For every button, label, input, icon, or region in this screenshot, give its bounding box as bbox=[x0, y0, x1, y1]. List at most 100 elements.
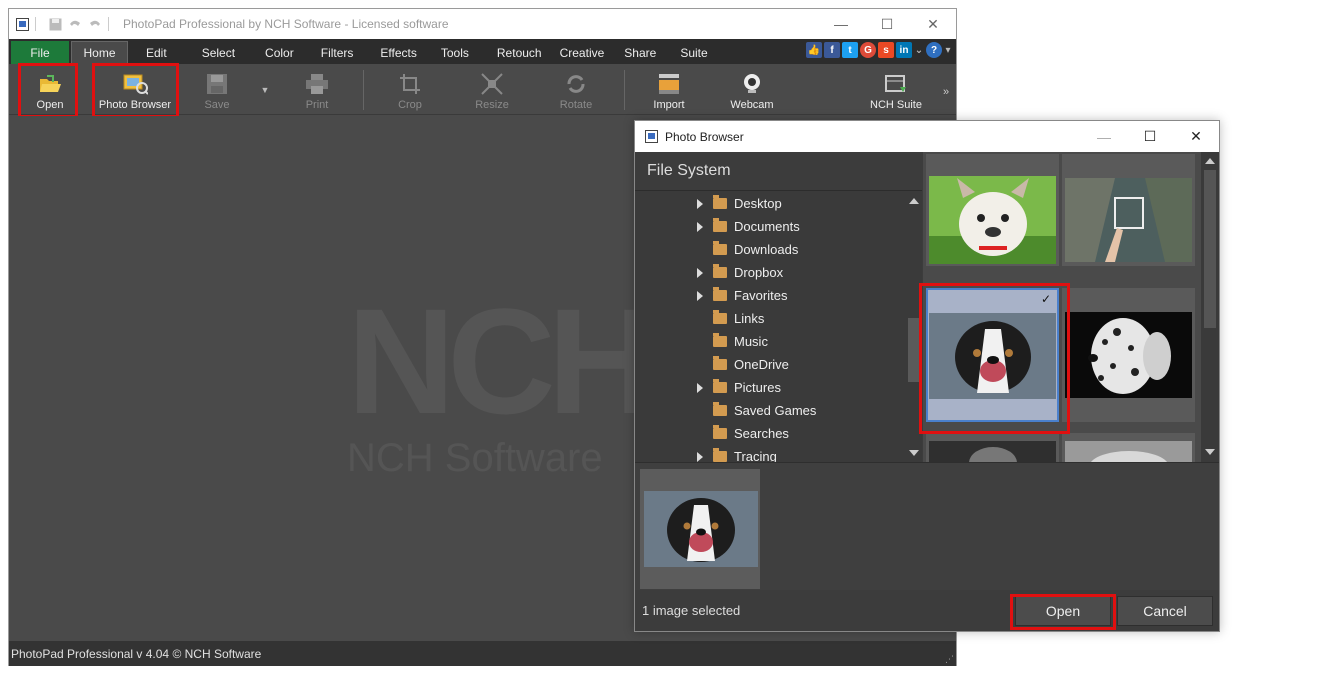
folder-item[interactable]: Music bbox=[635, 330, 905, 353]
thumbnail-dalmatian[interactable] bbox=[1062, 288, 1195, 422]
lake-frame-photo bbox=[1065, 178, 1192, 262]
help-icon[interactable]: ? bbox=[926, 42, 942, 58]
folder-label: Downloads bbox=[734, 242, 799, 257]
folder-icon bbox=[713, 310, 727, 324]
print-label: Print bbox=[305, 99, 329, 111]
thumbnail-lake-frame[interactable] bbox=[1062, 154, 1195, 266]
dialog-maximize-button[interactable]: ☐ bbox=[1127, 121, 1173, 152]
expand-arrow-icon[interactable] bbox=[697, 451, 703, 462]
folder-item[interactable]: Tracing bbox=[635, 445, 905, 462]
tab-edit[interactable]: Edit bbox=[135, 41, 178, 64]
menu-bar: File Home Edit Select Color Filters Effe… bbox=[9, 39, 956, 64]
scrollbar-thumb[interactable] bbox=[1204, 170, 1216, 328]
maximize-button[interactable]: ☐ bbox=[864, 9, 910, 39]
folder-item[interactable]: OneDrive bbox=[635, 353, 905, 376]
stumbleupon-icon[interactable]: s bbox=[878, 42, 894, 58]
folder-item[interactable]: Pictures bbox=[635, 376, 905, 399]
chevron-down-icon[interactable]: ⌄ bbox=[914, 42, 924, 58]
undo-icon[interactable] bbox=[68, 17, 82, 31]
dialog-close-button[interactable]: ✕ bbox=[1173, 121, 1219, 152]
nch-suite-button[interactable]: NCH Suite bbox=[869, 64, 923, 115]
import-button[interactable]: Import bbox=[650, 64, 688, 115]
scroll-up-icon[interactable] bbox=[1205, 158, 1215, 164]
tab-file[interactable]: File bbox=[11, 41, 69, 64]
scroll-up-icon[interactable] bbox=[909, 198, 919, 204]
facebook-icon[interactable]: f bbox=[824, 42, 840, 58]
folder-icon bbox=[713, 356, 727, 370]
folder-item[interactable]: Saved Games bbox=[635, 399, 905, 422]
selection-count: 1 image selected bbox=[642, 603, 741, 618]
expand-arrow-icon[interactable] bbox=[697, 382, 703, 393]
dialog-minimize-button[interactable]: ― bbox=[1081, 121, 1127, 152]
folder-icon bbox=[713, 218, 727, 232]
folder-icon bbox=[713, 402, 727, 416]
tab-color[interactable]: Color bbox=[254, 41, 305, 64]
thumbnail-bulldog[interactable] bbox=[926, 154, 1059, 266]
rotate-button[interactable]: Rotate bbox=[557, 64, 595, 115]
tab-creative[interactable]: Creative bbox=[549, 41, 616, 64]
dialog-titlebar: Photo Browser ― ☐ ✕ bbox=[635, 121, 1219, 152]
close-button[interactable]: ✕ bbox=[910, 9, 956, 39]
save-button[interactable]: Save bbox=[202, 64, 232, 115]
expand-arrow-icon[interactable] bbox=[697, 267, 703, 278]
folder-label: Dropbox bbox=[734, 265, 784, 280]
selected-image-thumbnail[interactable] bbox=[640, 469, 760, 589]
tab-select[interactable]: Select bbox=[191, 41, 246, 64]
cancel-button[interactable]: Cancel bbox=[1117, 596, 1213, 626]
tab-share[interactable]: Share bbox=[613, 41, 667, 64]
crop-button[interactable]: Crop bbox=[395, 64, 425, 115]
resize-icon bbox=[479, 72, 505, 96]
thumbnail-grid-scrollbar[interactable] bbox=[1201, 152, 1219, 462]
folder-item[interactable]: Dropbox bbox=[635, 261, 905, 284]
webcam-icon bbox=[739, 72, 765, 96]
thumbnail-dog-partial-2[interactable] bbox=[1062, 433, 1195, 462]
twitter-icon[interactable]: t bbox=[842, 42, 858, 58]
tab-tools[interactable]: Tools bbox=[430, 41, 480, 64]
resize-button[interactable]: Resize bbox=[475, 64, 509, 115]
save-dropdown[interactable]: ▼ bbox=[259, 64, 271, 115]
rotate-label: Rotate bbox=[559, 99, 593, 111]
save-quick-icon[interactable] bbox=[48, 17, 62, 31]
folder-item[interactable]: Documents bbox=[635, 215, 905, 238]
printer-icon bbox=[304, 72, 330, 96]
print-button[interactable]: Print bbox=[302, 64, 332, 115]
scrollbar-thumb[interactable] bbox=[908, 318, 919, 382]
titlebar-divider bbox=[108, 17, 109, 31]
folder-item[interactable]: Downloads bbox=[635, 238, 905, 261]
expand-arrow-icon[interactable] bbox=[697, 290, 703, 301]
expand-arrow-icon[interactable] bbox=[697, 221, 703, 232]
folder-item[interactable]: Desktop bbox=[635, 192, 905, 215]
expand-arrow-icon[interactable] bbox=[697, 198, 703, 209]
tab-effects[interactable]: Effects bbox=[369, 41, 427, 64]
highlight-open bbox=[18, 63, 78, 118]
scroll-down-icon[interactable] bbox=[1205, 449, 1215, 455]
toolbar-overflow-button[interactable]: » bbox=[943, 86, 949, 98]
file-system-panel: File System Desktop Documents Downloads Dro… bbox=[635, 152, 922, 462]
tab-retouch[interactable]: Retouch bbox=[486, 41, 553, 64]
folder-label: Pictures bbox=[734, 380, 781, 395]
scroll-down-icon[interactable] bbox=[909, 450, 919, 456]
google-plus-icon[interactable]: G bbox=[860, 42, 876, 58]
linkedin-icon[interactable]: in bbox=[896, 42, 912, 58]
resize-label: Resize bbox=[475, 99, 509, 111]
folder-item[interactable]: Favorites bbox=[635, 284, 905, 307]
minimize-button[interactable]: ― bbox=[818, 9, 864, 39]
resize-grip-icon[interactable]: ⋰ bbox=[945, 654, 954, 665]
toolbar-separator bbox=[363, 70, 364, 110]
redo-icon[interactable] bbox=[88, 17, 102, 31]
like-icon[interactable]: 👍 bbox=[806, 42, 822, 58]
tab-home[interactable]: Home bbox=[71, 41, 128, 64]
photo-browser-dialog: Photo Browser ― ☐ ✕ File System Desktop D… bbox=[634, 120, 1220, 632]
folder-item[interactable]: Links bbox=[635, 307, 905, 330]
tab-suite[interactable]: Suite bbox=[669, 41, 718, 64]
thumbnail-dog-partial-1[interactable] bbox=[926, 433, 1059, 462]
webcam-button[interactable]: Webcam bbox=[729, 64, 775, 115]
folder-item[interactable]: Searches bbox=[635, 422, 905, 445]
folder-icon bbox=[713, 287, 727, 301]
file-system-header: File System bbox=[635, 152, 922, 191]
save-label: Save bbox=[204, 99, 230, 111]
tab-filters[interactable]: Filters bbox=[310, 41, 365, 64]
app-logo-icon bbox=[15, 17, 29, 31]
help-dropdown-icon[interactable]: ▾ bbox=[944, 42, 952, 58]
app-title: PhotoPad Professional by NCH Software - … bbox=[123, 17, 449, 31]
